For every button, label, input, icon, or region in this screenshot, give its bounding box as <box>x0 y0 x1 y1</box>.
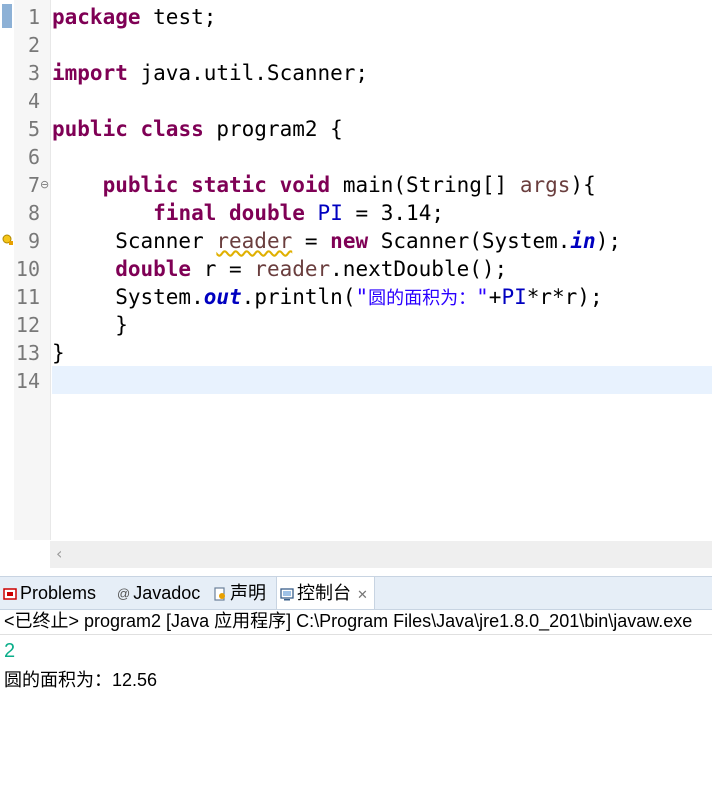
keyword: void <box>279 173 331 197</box>
code-text: } <box>115 313 128 337</box>
variable-name: reader <box>254 257 331 281</box>
code-line-5: public class program2 { <box>52 115 343 143</box>
code-line-1: package test; <box>52 3 216 31</box>
code-line-7: public static void main(String[] args){ <box>52 171 596 199</box>
line-number: 13 <box>15 341 40 365</box>
tab-label: 声明 <box>230 583 266 603</box>
line-number: 5 <box>27 117 40 141</box>
parameter-name: args <box>519 173 571 197</box>
code-line-10: double r = reader.nextDouble(); <box>52 255 507 283</box>
code-text: = 3.14; <box>342 201 444 225</box>
line-number: 14 <box>15 369 40 393</box>
tab-label: 控制台 <box>297 583 351 603</box>
code-line-9: Scanner reader = new Scanner(System.in); <box>52 227 621 255</box>
code-text: .nextDouble(); <box>330 257 508 281</box>
code-text: java.util.Scanner; <box>127 61 369 85</box>
tab-javadoc[interactable]: @ Javadoc <box>117 577 200 609</box>
code-text: } <box>52 341 65 365</box>
line-number: 4 <box>27 89 40 113</box>
static-field: out <box>203 285 242 309</box>
code-text: main(String[] <box>330 173 520 197</box>
code-text: Scanner <box>115 229 217 253</box>
scroll-left-icon[interactable]: ‹ <box>56 544 62 563</box>
view-tab-bar: Problems @ Javadoc 声明 控制台 ✕ <box>0 576 712 610</box>
code-text: = <box>292 229 331 253</box>
at-icon: @ <box>117 586 131 602</box>
code-text: r = <box>191 257 255 281</box>
code-line-3: import java.util.Scanner; <box>52 59 368 87</box>
current-line-highlight <box>52 366 712 394</box>
close-icon[interactable]: ✕ <box>357 587 368 602</box>
string-literal: " <box>355 285 369 309</box>
keyword: final <box>153 201 217 225</box>
tab-label: Javadoc <box>133 583 201 603</box>
keyword: public <box>52 117 128 141</box>
code-text: + <box>488 285 502 309</box>
line-number: 8 <box>27 201 40 225</box>
static-field: in <box>570 229 596 253</box>
problems-icon <box>3 588 17 600</box>
line-number: 9 <box>27 229 40 253</box>
line-number: 11 <box>15 285 40 309</box>
console-input-text[interactable]: 2 <box>4 637 15 665</box>
constant-name: PI <box>317 201 343 225</box>
code-editor[interactable]: 1 2 3 4 5 6 7 8 9 10 11 12 13 14 ⊖ packa… <box>0 0 712 568</box>
code-text: .println( <box>241 285 356 309</box>
keyword: double <box>115 257 192 281</box>
line-number: 6 <box>27 145 40 169</box>
variable-name-warning[interactable]: reader <box>216 229 292 253</box>
keyword: class <box>140 117 204 141</box>
ruler-marker[interactable] <box>2 4 12 28</box>
tab-problems[interactable]: Problems <box>3 577 96 609</box>
horizontal-scrollbar[interactable]: ‹ <box>50 541 712 568</box>
console-status-header: <已终止> program2 [Java 应用程序] C:\Program Fi… <box>0 608 712 635</box>
code-text: ){ <box>570 173 596 197</box>
line-number: 2 <box>27 33 40 57</box>
line-number: 10 <box>15 257 40 281</box>
keyword: static <box>191 173 267 197</box>
string-literal: 圆的面积为： <box>368 288 477 309</box>
keyword: double <box>229 201 305 225</box>
keyword: new <box>330 229 369 253</box>
tab-label: Problems <box>20 583 97 603</box>
constant-name: PI <box>501 285 527 309</box>
console-icon <box>280 588 294 601</box>
line-number: 7 <box>27 173 40 197</box>
collapse-icon[interactable]: ⊖ <box>40 178 49 191</box>
tab-declaration[interactable]: 声明 <box>213 577 266 609</box>
code-text: System. <box>115 285 204 309</box>
keyword: public <box>102 173 179 197</box>
code-line-12: } <box>52 311 128 339</box>
code-line-13: } <box>52 339 65 367</box>
string-literal: " <box>476 285 489 309</box>
code-text: ); <box>595 229 621 253</box>
overview-ruler <box>0 0 14 568</box>
code-text: program2 { <box>203 117 343 141</box>
console-output-text: 圆的面积为：12.56 <box>4 670 158 690</box>
code-line-8: final double PI = 3.14; <box>52 199 444 227</box>
warning-icon[interactable] <box>2 234 14 246</box>
line-number: 3 <box>27 61 40 85</box>
line-number: 12 <box>15 313 40 337</box>
code-text: test; <box>140 5 217 29</box>
declaration-icon <box>214 587 225 601</box>
tab-console[interactable]: 控制台 ✕ <box>276 577 375 609</box>
code-text: Scanner(System. <box>368 229 571 253</box>
keyword: package <box>52 5 141 29</box>
code-text: *r*r); <box>526 285 603 309</box>
code-line-11: System.out.println("圆的面积为："+PI*r*r); <box>52 283 603 311</box>
line-number: 1 <box>27 5 40 29</box>
keyword: import <box>52 61 128 85</box>
